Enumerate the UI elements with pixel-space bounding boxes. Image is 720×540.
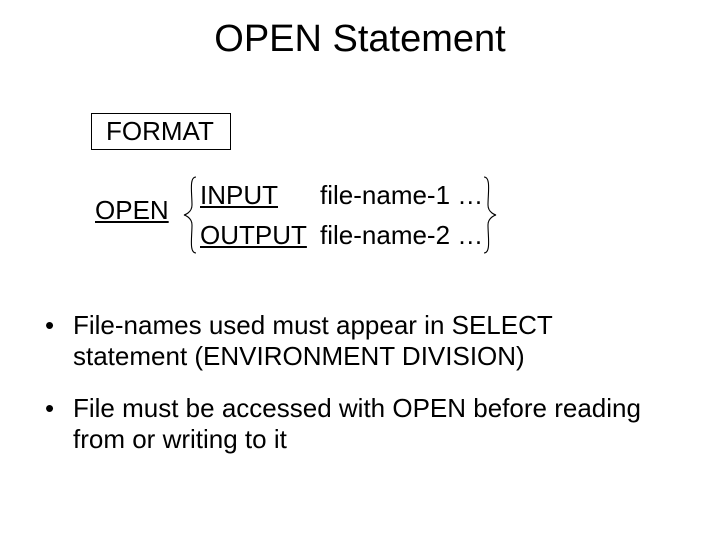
bullet-dot-icon: •	[45, 393, 73, 454]
syntax-operand: file-name-2 …	[320, 215, 483, 255]
bullet-list: • File-names used must appear in SELECT …	[45, 310, 665, 477]
format-label-text: FORMAT	[106, 116, 214, 146]
syntax-keyword-open: OPEN	[95, 175, 200, 226]
syntax-line: INPUT file-name-1 …	[200, 175, 483, 215]
bullet-text: File-names used must appear in SELECT st…	[73, 310, 665, 371]
syntax-mode: INPUT	[200, 175, 320, 215]
list-item: • File-names used must appear in SELECT …	[45, 310, 665, 371]
syntax-block: OPEN INPUT file-name-1 … OUTPUT file-nam…	[95, 175, 483, 256]
bullet-dot-icon: •	[45, 310, 73, 371]
format-label-box: FORMAT	[91, 113, 231, 150]
list-item: • File must be accessed with OPEN before…	[45, 393, 665, 454]
bullet-text: File must be accessed with OPEN before r…	[73, 393, 665, 454]
syntax-operand: file-name-1 …	[320, 175, 483, 215]
syntax-mode: OUTPUT	[200, 215, 320, 255]
page-title: OPEN Statement	[0, 18, 720, 61]
slide: OPEN Statement FORMAT OPEN INPUT file-na…	[0, 0, 720, 540]
syntax-line: OUTPUT file-name-2 …	[200, 215, 483, 255]
